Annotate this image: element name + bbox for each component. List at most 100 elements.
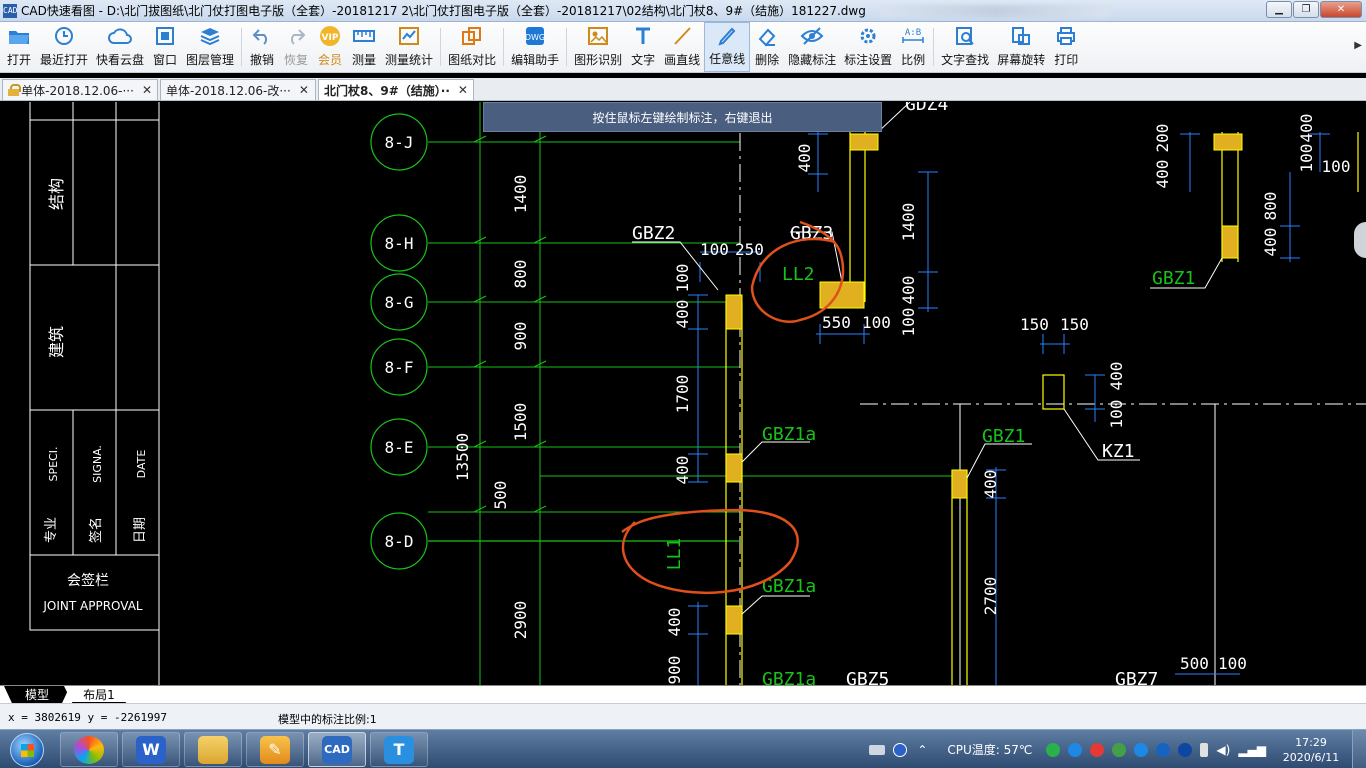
tab-document-2[interactable]: 单体-2018.12.06-改··· ✕ xyxy=(160,79,316,100)
settings-tray-icon[interactable] xyxy=(1068,742,1083,757)
tab-document-3-label: 北门杖8、9#（结施）·· xyxy=(324,83,450,98)
drawing-labels: GDZ4 GBZ2 GBZ3 100 250 LL2 550 100 GBZ1 … xyxy=(632,102,1247,685)
clock-date: 2020/6/11 xyxy=(1282,750,1340,764)
vdim-1400: 1400 xyxy=(899,203,918,242)
column-gbz2 xyxy=(725,294,743,330)
tab-close-icon[interactable]: ✕ xyxy=(299,83,309,97)
windows-taskbar: W ✎ CAD T ⌃ CPU温度: 57℃ ◀) ▂▄▆ 17:29 2020… xyxy=(0,729,1366,768)
measure-stats-label: 测量统计 xyxy=(385,53,434,67)
layout-tabs: 模型 布局1 xyxy=(0,685,1366,703)
cloud-drive-button[interactable]: 快看云盘 xyxy=(92,22,148,72)
g-app-icon[interactable] xyxy=(1156,742,1171,757)
clock-time: 17:29 xyxy=(1295,735,1327,749)
show-desktop-button[interactable] xyxy=(1352,730,1366,768)
open-button[interactable]: 打开 xyxy=(2,22,36,72)
title-date: DATE xyxy=(135,450,148,479)
delete-button[interactable]: 删除 xyxy=(750,22,784,72)
tab-document-3[interactable]: 北门杖8、9#（结施）·· ✕ xyxy=(318,79,474,100)
markup-settings-button[interactable]: 标注设置 xyxy=(840,22,896,72)
tray-arrow-icon[interactable]: ⌃ xyxy=(917,743,927,757)
keyboard-icon[interactable] xyxy=(869,744,886,755)
taskbar-notes[interactable]: ✎ xyxy=(246,732,304,767)
app-logo-icon: CAD xyxy=(3,3,17,18)
tab-layout1[interactable]: 布局1 xyxy=(64,686,134,703)
text-search-button[interactable]: 文字查找 xyxy=(937,22,993,72)
security-icon[interactable] xyxy=(1046,742,1061,757)
redo-button[interactable]: 恢复 xyxy=(279,22,313,72)
label-150a: 150 xyxy=(1020,315,1049,334)
clock[interactable]: 17:29 2020/6/11 xyxy=(1276,735,1346,765)
toolbar-overflow-icon[interactable]: ▶ xyxy=(1354,40,1362,51)
minimize-button[interactable]: ▁ xyxy=(1266,1,1292,18)
label-150b: 150 xyxy=(1060,315,1089,334)
column-gbz1a-2 xyxy=(725,605,743,635)
label-kz1: KZ1 xyxy=(1102,441,1135,462)
taskbar-browser[interactable] xyxy=(60,732,118,767)
axis-label-8e: 8-E xyxy=(385,438,414,457)
text-button[interactable]: 文字 xyxy=(626,22,660,72)
dim-1500: 1500 xyxy=(511,403,530,442)
text-tool-app-icon: T xyxy=(384,735,414,764)
scale-button[interactable]: A:B 比例 xyxy=(896,22,930,72)
column-gbz1 xyxy=(951,469,968,499)
edit-assistant-label: 编辑助手 xyxy=(511,53,560,67)
dim-800: 800 xyxy=(511,260,530,289)
taskbar-tool-app[interactable]: T xyxy=(370,732,428,767)
hide-markup-button[interactable]: 隐藏标注 xyxy=(784,22,840,72)
wechat-icon[interactable] xyxy=(1112,742,1127,757)
shape-recognize-button[interactable]: 图形识别 xyxy=(570,22,626,72)
undo-label: 撤销 xyxy=(250,53,275,67)
grid-lines xyxy=(428,102,960,685)
label-550: 550 xyxy=(822,313,851,332)
weibo-icon[interactable] xyxy=(1090,742,1105,757)
taskbar-cad-viewer[interactable]: CAD xyxy=(308,732,366,767)
volume-icon[interactable]: ◀) xyxy=(1216,743,1230,757)
layer-manager-button[interactable]: 图层管理 xyxy=(182,22,238,72)
tab-close-icon[interactable]: ✕ xyxy=(458,83,468,97)
recent-open-button[interactable]: 最近打开 xyxy=(36,22,92,72)
drawing-canvas[interactable]: 结构 建筑 SPECI. SIGNA. DATE 专业 签名 日期 会签栏 JO… xyxy=(0,102,1366,685)
vdim-800: 800 xyxy=(1261,192,1280,221)
window-icon xyxy=(152,24,178,48)
tab-model[interactable]: 模型 xyxy=(4,686,70,703)
vip-button[interactable]: VIP 会员 xyxy=(313,22,347,72)
signal-icon[interactable]: ▂▄▆ xyxy=(1238,743,1266,757)
taskbar-wps[interactable]: W xyxy=(122,732,180,767)
edit-assistant-button[interactable]: DWG 编辑助手 xyxy=(507,22,563,72)
tab-document-1[interactable]: 单体-2018.12.06-··· ✕ xyxy=(2,79,158,100)
draw-line-button[interactable]: 画直线 xyxy=(660,22,704,72)
close-button[interactable]: ✕ xyxy=(1320,1,1362,18)
measure-button[interactable]: 测量 xyxy=(347,22,381,72)
cpu-temperature: CPU温度: 57℃ xyxy=(947,743,1033,757)
measure-stats-button[interactable]: 测量统计 xyxy=(381,22,437,72)
browser-icon xyxy=(74,735,104,764)
print-button[interactable]: 打印 xyxy=(1049,22,1083,72)
network-app-icon[interactable] xyxy=(1134,742,1149,757)
print-label: 打印 xyxy=(1054,53,1079,67)
compare-button[interactable]: 图纸对比 xyxy=(444,22,500,72)
tab-close-icon[interactable]: ✕ xyxy=(142,83,152,97)
vdim-400d: 400 xyxy=(673,456,692,485)
redo-label: 恢复 xyxy=(284,53,309,67)
redo-icon xyxy=(283,24,309,48)
window-button[interactable]: 窗口 xyxy=(148,22,182,72)
measure-stats-icon xyxy=(396,24,422,48)
folder-icon xyxy=(198,735,228,764)
taskbar-explorer[interactable] xyxy=(184,732,242,767)
axis-label-8f: 8-F xyxy=(385,358,414,377)
battery-icon[interactable] xyxy=(1200,742,1209,757)
restore-button[interactable]: ❐ xyxy=(1293,1,1319,18)
window-controls: ▁ ❐ ✕ xyxy=(1265,1,1362,18)
rotate-screen-button[interactable]: 屏幕旋转 xyxy=(993,22,1049,72)
undo-button[interactable]: 撤销 xyxy=(245,22,279,72)
axis-label-8d: 8-D xyxy=(385,532,414,551)
title-architecture: 建筑 xyxy=(47,326,66,358)
cad-drawing[interactable]: 结构 建筑 SPECI. SIGNA. DATE 专业 签名 日期 会签栏 JO… xyxy=(0,102,1366,685)
delete-label: 删除 xyxy=(755,53,780,67)
start-button[interactable] xyxy=(3,731,51,768)
freehand-button[interactable]: 任意线 xyxy=(704,22,751,72)
side-panel-handle[interactable] xyxy=(1354,222,1366,258)
help-icon[interactable] xyxy=(893,742,908,757)
vip-label: 会员 xyxy=(318,53,343,67)
bluetooth-icon[interactable] xyxy=(1178,742,1193,757)
